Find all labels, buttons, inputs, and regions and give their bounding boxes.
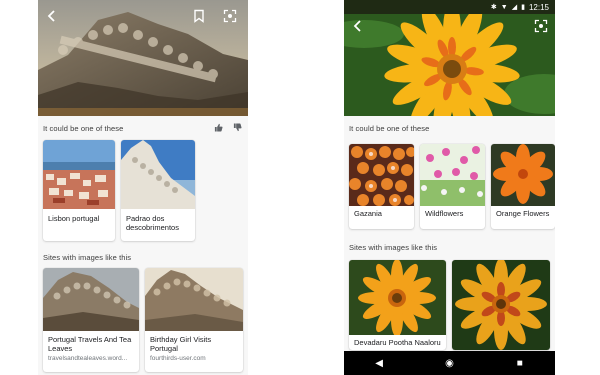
gazania-hero-image[interactable] bbox=[344, 14, 555, 116]
monument-hero-image[interactable] bbox=[38, 0, 248, 116]
site-title: Portugal Travels And Tea Leaves bbox=[48, 335, 132, 353]
site-image bbox=[43, 268, 139, 331]
site-source: travelsandtealeaves.word... bbox=[48, 355, 128, 362]
nav-back-icon[interactable]: ◀ bbox=[370, 358, 388, 369]
related-label: Padrao dos descobrimentos bbox=[126, 214, 179, 232]
wildflowers-image bbox=[420, 144, 485, 206]
related-label: Gazania bbox=[354, 209, 382, 218]
gazania-image bbox=[349, 144, 414, 206]
site-source: fourthirds-user.com bbox=[150, 355, 206, 362]
bluetooth-icon: ✱ bbox=[490, 3, 497, 11]
wifi-icon: ▼ bbox=[500, 3, 508, 11]
feedback-buttons bbox=[214, 123, 242, 134]
site-title: Birthday Girl Visits Portugal bbox=[150, 335, 212, 353]
lens-icon[interactable] bbox=[533, 18, 549, 34]
related-card-lisbon[interactable]: Lisbon portugal bbox=[43, 140, 115, 241]
status-time: 12:15 bbox=[528, 2, 549, 12]
thumbs-down-icon[interactable] bbox=[233, 123, 242, 134]
site-image bbox=[349, 260, 446, 335]
site-image bbox=[145, 268, 243, 331]
related-card-gazania[interactable]: Gazania bbox=[349, 144, 414, 229]
site-card[interactable] bbox=[452, 260, 550, 350]
left-screen: It could be one of these Lisbon portugal… bbox=[38, 0, 248, 375]
related-card-wildflowers[interactable]: Wildflowers bbox=[420, 144, 485, 229]
lisbon-image bbox=[43, 140, 115, 209]
padrao-image bbox=[121, 140, 195, 209]
site-title: Devadaru Pootha Naaloru bbox=[354, 338, 441, 347]
back-arrow-icon[interactable] bbox=[44, 8, 60, 24]
related-label: Lisbon portugal bbox=[48, 214, 100, 223]
site-card[interactable]: Portugal Travels And Tea Leaves travelsa… bbox=[43, 268, 139, 372]
nav-recents-icon[interactable]: ■ bbox=[511, 358, 529, 369]
nav-home-icon[interactable]: ◉ bbox=[440, 358, 458, 369]
signal-icon: ◢ bbox=[511, 3, 518, 11]
related-card-padrao[interactable]: Padrao dos descobrimentos bbox=[121, 140, 195, 241]
orange-flowers-image bbox=[491, 144, 555, 206]
battery-icon: ▮ bbox=[521, 3, 525, 11]
related-heading: It could be one of these bbox=[349, 124, 430, 133]
site-card[interactable]: Devadaru Pootha Naaloru bbox=[349, 260, 446, 350]
thumbs-up-icon[interactable] bbox=[214, 123, 223, 134]
bookmark-icon[interactable] bbox=[191, 8, 207, 24]
sites-heading: Sites with images like this bbox=[349, 243, 438, 252]
status-bar: ✱ ▼ ◢ ▮ 12:15 bbox=[344, 0, 555, 14]
related-card-orange-flowers[interactable]: Orange Flowers bbox=[491, 144, 555, 229]
android-nav-bar: ◀ ◉ ■ bbox=[344, 351, 555, 375]
site-card[interactable]: Birthday Girl Visits Portugal fourthirds… bbox=[145, 268, 243, 372]
related-label: Wildflowers bbox=[425, 209, 464, 218]
site-image bbox=[452, 260, 550, 350]
back-arrow-icon[interactable] bbox=[350, 18, 366, 34]
related-label: Orange Flowers bbox=[496, 209, 550, 218]
lens-icon[interactable] bbox=[222, 8, 238, 24]
related-heading: It could be one of these bbox=[43, 124, 124, 133]
sites-heading: Sites with images like this bbox=[43, 253, 132, 262]
right-screen: ✱ ▼ ◢ ▮ 12:15 It could be one of these G… bbox=[344, 0, 555, 375]
